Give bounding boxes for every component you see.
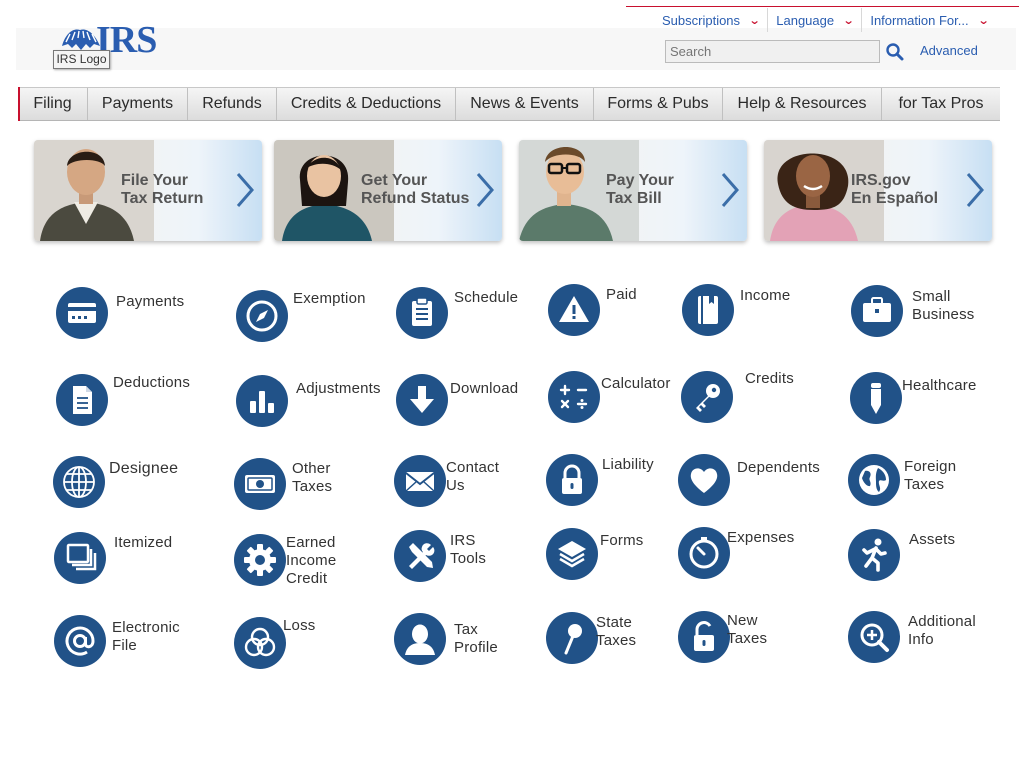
- briefcase-icon: [851, 285, 903, 337]
- at-sign-icon: [54, 615, 106, 667]
- tile-label: IRS Tools: [450, 532, 487, 567]
- earth-icon: [848, 454, 900, 506]
- information-for-label: Information For...: [870, 12, 969, 28]
- nav-help-resources[interactable]: Help & Resources: [723, 88, 882, 120]
- banner-text: IRS.gov En Español: [851, 172, 939, 207]
- chevron-down-icon: ⌄: [842, 14, 855, 27]
- tile-label: Calculator: [601, 375, 671, 392]
- tile-label: Foreign Taxes: [904, 458, 957, 493]
- chevron-right-icon: [966, 173, 984, 207]
- nav-payments[interactable]: Payments: [88, 88, 188, 120]
- chevron-right-icon: [721, 173, 739, 207]
- tile-label: Paid: [606, 286, 637, 303]
- information-for-link[interactable]: Information For... ⌄: [862, 8, 995, 32]
- tile-label: Deductions: [113, 374, 191, 391]
- banner-text: File Your Tax Return: [121, 172, 204, 207]
- logo-tooltip: IRS Logo: [53, 50, 110, 69]
- banner-file-tax-return[interactable]: File Your Tax Return: [34, 140, 262, 241]
- warning-icon: [548, 284, 600, 336]
- tile-label: Exemption: [293, 290, 366, 307]
- document-icon: [56, 374, 108, 426]
- subscriptions-link[interactable]: Subscriptions ⌄: [654, 8, 769, 32]
- tile-label: Dependents: [737, 459, 820, 476]
- tile-label: State Taxes: [596, 614, 637, 649]
- key-icon: [681, 371, 733, 423]
- nav-for-tax-pros[interactable]: for Tax Pros: [882, 88, 1000, 120]
- rings-icon: [234, 617, 286, 669]
- top-accent-rule: [626, 6, 1019, 7]
- tile-label: Payments: [116, 293, 185, 310]
- nav-credits-deductions[interactable]: Credits & Deductions: [277, 88, 456, 120]
- stopwatch-icon: [678, 527, 730, 579]
- nav-accent-rule: [18, 87, 20, 121]
- layers-icon: [546, 528, 598, 580]
- envelope-icon: [394, 455, 446, 507]
- runner-icon: [848, 529, 900, 581]
- banner-espanol[interactable]: IRS.gov En Español: [764, 140, 992, 241]
- tile-label: Small Business: [912, 288, 975, 323]
- clipboard-icon: [396, 287, 448, 339]
- search-input[interactable]: [665, 40, 880, 63]
- stacked-windows-icon: [54, 532, 106, 584]
- banner-pay-tax-bill[interactable]: Pay Your Tax Bill: [519, 140, 747, 241]
- banner-text: Get Your Refund Status: [361, 172, 470, 207]
- main-nav: Filing Payments Refunds Credits & Deduct…: [18, 87, 1000, 121]
- tile-label: Tax Profile: [454, 621, 498, 656]
- tile-label: Expenses: [727, 529, 795, 546]
- advanced-search-link[interactable]: Advanced: [920, 43, 978, 58]
- book-icon: [682, 284, 734, 336]
- tile-label: Adjustments: [296, 380, 381, 397]
- search-icon[interactable]: [884, 41, 906, 63]
- gear-icon: [234, 534, 286, 586]
- zoom-in-icon: [848, 611, 900, 663]
- calculator-icon: [548, 371, 600, 423]
- tile-label: Contact Us: [446, 459, 500, 494]
- pin-icon: [546, 612, 598, 664]
- tile-label: Other Taxes: [292, 460, 333, 495]
- lock-icon: [546, 454, 598, 506]
- tile-label: Healthcare: [902, 377, 977, 394]
- tile-label: Designee: [109, 460, 179, 477]
- tile-label: Earned Income Credit: [286, 534, 337, 587]
- subscriptions-label: Subscriptions: [662, 12, 741, 28]
- download-icon: [396, 374, 448, 426]
- tile-label: Assets: [909, 531, 956, 548]
- tile-label: Download: [450, 380, 519, 397]
- heart-icon: [678, 454, 730, 506]
- tile-label: Loss: [283, 617, 316, 634]
- chevron-down-icon: ⌄: [977, 14, 990, 27]
- globe-grid-icon: [53, 456, 105, 508]
- tile-label: Liability: [602, 456, 654, 473]
- tile-label: Electronic File: [112, 619, 180, 654]
- money-icon: [234, 458, 286, 510]
- language-link[interactable]: Language ⌄: [768, 8, 863, 32]
- tile-label: Income: [740, 287, 791, 304]
- banner-refund-status[interactable]: Get Your Refund Status: [274, 140, 502, 241]
- nav-forms-pubs[interactable]: Forms & Pubs: [594, 88, 723, 120]
- tile-label: Forms: [600, 532, 644, 549]
- language-label: Language: [776, 12, 835, 28]
- user-icon: [394, 613, 446, 665]
- chevron-down-icon: ⌄: [748, 14, 761, 27]
- banner-text: Pay Your Tax Bill: [606, 172, 674, 207]
- tile-label: New Taxes: [727, 612, 768, 647]
- tile-label: Credits: [745, 370, 794, 387]
- tools-icon: [394, 530, 446, 582]
- nav-news-events[interactable]: News & Events: [456, 88, 594, 120]
- nav-refunds[interactable]: Refunds: [188, 88, 277, 120]
- bar-chart-icon: [236, 375, 288, 427]
- chevron-right-icon: [236, 173, 254, 207]
- pen-icon: [850, 372, 902, 424]
- tile-label: Additional Info: [908, 613, 976, 648]
- unlock-icon: [678, 611, 730, 663]
- nav-filing[interactable]: Filing: [18, 88, 88, 120]
- chevron-right-icon: [476, 173, 494, 207]
- tile-label: Schedule: [454, 289, 519, 306]
- credit-card-icon: [56, 287, 108, 339]
- utility-links: Subscriptions ⌄ Language ⌄ Information F…: [654, 8, 996, 32]
- tile-label: Itemized: [114, 534, 173, 551]
- compass-icon: [236, 290, 288, 342]
